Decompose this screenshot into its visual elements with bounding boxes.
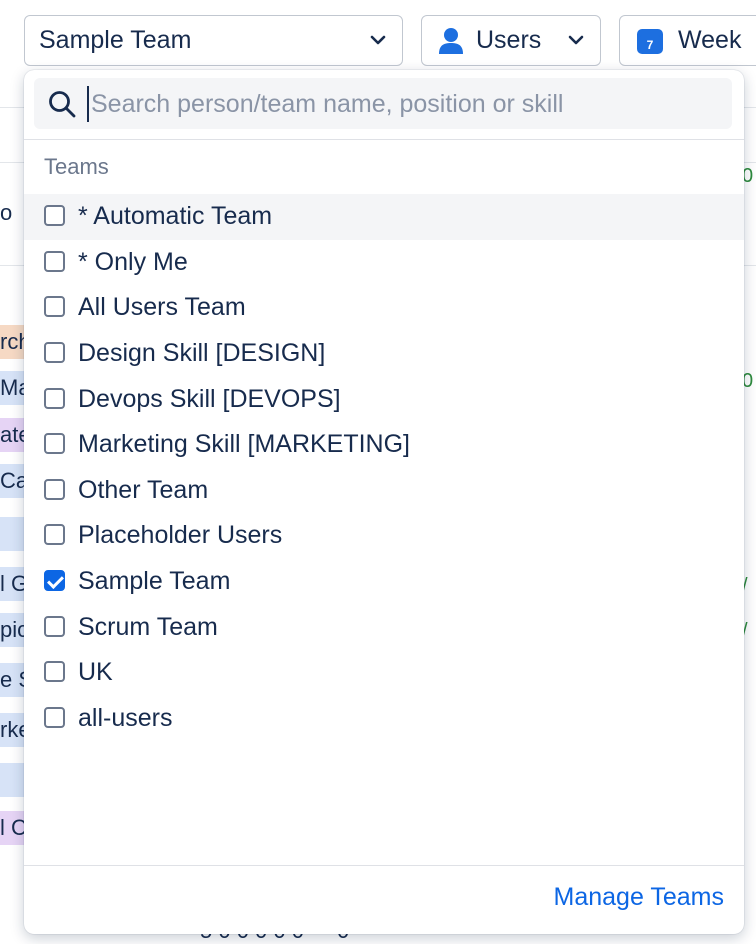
team-option[interactable]: all-users [24, 696, 744, 742]
chevron-down-icon [370, 35, 386, 45]
teams-section-heading: Teams [44, 154, 109, 179]
team-option-label: All Users Team [78, 293, 246, 322]
team-select-value: Sample Team [39, 26, 192, 54]
users-select[interactable]: Users [421, 15, 601, 66]
team-option[interactable]: Design Skill [DESIGN] [24, 331, 744, 377]
bg-value-fragment: / [742, 575, 748, 597]
chevron-down-icon [568, 35, 584, 45]
dropdown-divider [24, 139, 744, 140]
team-dropdown: Teams * Automatic Team * Only Me All Users… [24, 70, 744, 934]
users-select-label: Users [476, 26, 542, 54]
checkbox[interactable] [44, 524, 65, 546]
team-option[interactable]: Marketing Skill [MARKETING] [24, 422, 744, 468]
search-icon [49, 91, 76, 118]
checkbox[interactable] [44, 478, 65, 500]
team-option[interactable]: * Only Me [24, 240, 744, 286]
calendar-day-number: 7 [647, 38, 654, 52]
checkbox[interactable] [44, 296, 65, 318]
team-option-label: Placeholder Users [78, 521, 283, 550]
dropdown-divider [24, 865, 744, 866]
team-select[interactable]: Sample Team [24, 15, 403, 66]
calendar-icon: 7 [637, 28, 663, 54]
checkbox-checked[interactable] [44, 570, 65, 592]
team-option[interactable]: Devops Skill [DEVOPS] [24, 376, 744, 422]
bg-sort-fragment: o [0, 200, 13, 225]
search-input[interactable] [87, 86, 717, 122]
team-option-label: * Automatic Team [78, 202, 273, 231]
week-select-label: Week [678, 26, 742, 54]
team-option-label: Other Team [78, 475, 209, 504]
team-option[interactable]: Other Team [24, 468, 744, 514]
team-option[interactable]: * Automatic Team [24, 194, 744, 240]
week-select[interactable]: 7 Week [619, 15, 756, 66]
team-option[interactable]: Sample Team [24, 559, 744, 605]
checkbox[interactable] [44, 250, 65, 272]
team-option-label: Sample Team [78, 567, 231, 596]
team-option-label: UK [78, 658, 113, 687]
checkbox[interactable] [44, 661, 65, 683]
checkbox[interactable] [44, 387, 65, 409]
team-option-label: Scrum Team [78, 612, 218, 641]
team-option-label: Devops Skill [DEVOPS] [78, 384, 341, 413]
checkbox[interactable] [44, 433, 65, 455]
checkbox[interactable] [44, 615, 65, 637]
team-option[interactable]: Placeholder Users [24, 513, 744, 559]
bg-value-fragment: 0 [742, 370, 754, 392]
team-list: * Automatic Team * Only Me All Users Team D… [24, 194, 744, 741]
checkbox[interactable] [44, 342, 65, 364]
team-option-label: Marketing Skill [MARKETING] [78, 430, 411, 459]
user-icon [439, 27, 463, 54]
bg-value-fragment: 0 [742, 165, 754, 187]
manage-teams-link[interactable]: Manage Teams [554, 883, 724, 912]
team-option-label: Design Skill [DESIGN] [78, 339, 326, 368]
team-option-label: * Only Me [78, 247, 188, 276]
search-box [34, 78, 732, 129]
team-option[interactable]: All Users Team [24, 285, 744, 331]
team-option[interactable]: Scrum Team [24, 604, 744, 650]
team-option-label: all-users [78, 703, 173, 732]
checkbox[interactable] [44, 205, 65, 227]
team-option[interactable]: UK [24, 650, 744, 696]
bg-value-fragment: / [742, 620, 748, 642]
checkbox[interactable] [44, 706, 65, 728]
